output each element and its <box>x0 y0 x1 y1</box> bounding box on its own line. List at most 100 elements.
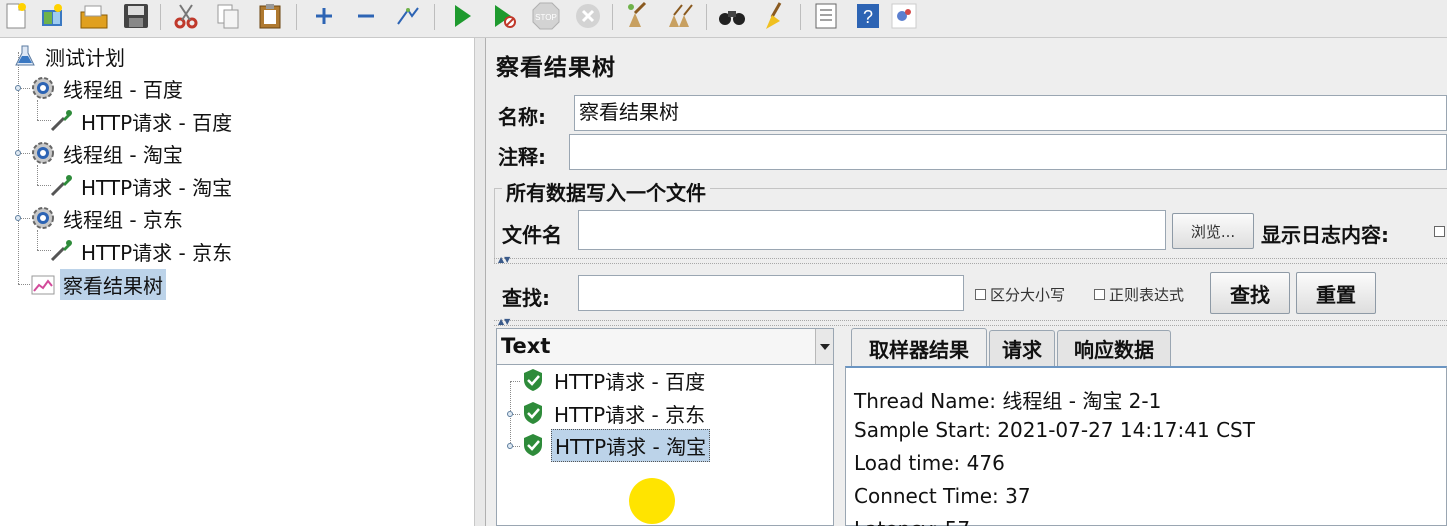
tree-node-label: HTTP请求 - 淘宝 <box>81 175 233 200</box>
result-item[interactable]: HTTP请求 - 京东 <box>521 398 708 428</box>
test-plan-tree: 测试计划 线程组 - 百度 HTTP请求 - 百度 线程组 - 淘宝 HTTP请… <box>0 38 474 526</box>
tree-expand-handle[interactable] <box>15 150 21 156</box>
file-group-title: 所有数据写入一个文件 <box>502 177 710 206</box>
result-item[interactable]: HTTP请求 - 百度 <box>521 365 708 395</box>
panel-title: 察看结果树 <box>496 55 616 81</box>
tree-node-label: 线程组 - 京东 <box>63 207 183 232</box>
detail-line: Sample Start: 2021-07-27 14:17:41 CST <box>854 418 1255 442</box>
copy-icon[interactable] <box>212 0 244 32</box>
name-label: 名称: <box>498 105 546 129</box>
filename-field[interactable] <box>578 210 1166 250</box>
regex-checkbox[interactable]: 正则表达式 <box>1094 284 1184 305</box>
result-item-label: HTTP请求 - 京东 <box>554 402 706 427</box>
graph-icon <box>30 271 56 297</box>
paste-icon[interactable] <box>254 0 286 32</box>
tree-expand-handle[interactable] <box>15 215 21 221</box>
templates-icon[interactable] <box>36 0 68 32</box>
tree-node-thread-group[interactable]: 线程组 - 百度 <box>30 73 186 103</box>
tree-expand-handle[interactable] <box>507 443 513 449</box>
result-item-label: HTTP请求 - 百度 <box>554 369 706 394</box>
search-label: 查找: <box>502 286 550 310</box>
detail-line: Load time: 476 <box>854 451 1005 475</box>
tree-node-label: 线程组 - 百度 <box>63 77 183 102</box>
case-sensitive-checkbox[interactable]: 区分大小写 <box>975 284 1065 305</box>
function-helper-icon[interactable] <box>810 0 842 32</box>
help-icon[interactable]: ? <box>852 0 884 32</box>
horizontal-splitter[interactable] <box>494 258 1447 264</box>
tree-node-view-results-tree[interactable]: 察看结果树 <box>30 268 166 300</box>
remote-icon[interactable] <box>888 0 920 32</box>
checkbox-box[interactable] <box>975 289 986 300</box>
clear-all-icon[interactable] <box>664 0 696 32</box>
result-detail-area: 取样器结果 请求 响应数据 Thread Name: 线程组 - 淘宝 2-1 … <box>839 328 1447 526</box>
tree-node-label: HTTP请求 - 百度 <box>81 110 233 135</box>
chevron-down-icon[interactable] <box>815 329 833 364</box>
tree-node-test-plan[interactable]: 测试计划 <box>12 41 128 71</box>
pipette-icon <box>48 173 74 199</box>
start-icon[interactable] <box>446 0 478 32</box>
horizontal-splitter[interactable] <box>494 320 1447 326</box>
tree-node-thread-group[interactable]: 线程组 - 京东 <box>30 203 186 233</box>
browse-button[interactable]: 浏览... <box>1172 213 1254 249</box>
stop-icon[interactable]: STOP <box>530 0 562 32</box>
tree-connector <box>37 165 38 185</box>
sampler-result-text: Thread Name: 线程组 - 淘宝 2-1 Sample Start: … <box>845 366 1447 526</box>
clear-icon[interactable] <box>622 0 654 32</box>
pipette-icon <box>48 238 74 264</box>
open-icon[interactable] <box>78 0 110 32</box>
toggle-icon[interactable] <box>392 0 424 32</box>
comment-label: 注释: <box>498 145 546 169</box>
tab-request[interactable]: 请求 <box>989 330 1055 366</box>
filename-label: 文件名 <box>502 223 562 247</box>
case-sensitive-label: 区分大小写 <box>990 286 1066 304</box>
reset-search-icon[interactable] <box>758 0 790 32</box>
tab-response-data[interactable]: 响应数据 <box>1057 330 1171 366</box>
cursor-highlight <box>629 478 675 524</box>
detail-line: Thread Name: 线程组 - 淘宝 2-1 <box>854 389 1162 413</box>
success-shield-icon <box>521 368 545 392</box>
gear-icon <box>30 75 56 101</box>
search-field[interactable] <box>578 275 964 311</box>
tree-node-label: 测试计划 <box>45 45 125 70</box>
split-pane-divider[interactable] <box>474 38 486 526</box>
view-results-tree-panel: 察看结果树 名称: 察看结果树 注释: 所有数据写入一个文件 文件名 浏览...… <box>486 38 1447 526</box>
tree-node-http-request[interactable]: HTTP请求 - 百度 <box>48 106 235 136</box>
gear-icon <box>30 140 56 166</box>
tree-connector <box>37 100 38 120</box>
regex-label: 正则表达式 <box>1109 286 1185 304</box>
tree-node-http-request[interactable]: HTTP请求 - 淘宝 <box>48 171 235 201</box>
save-icon[interactable] <box>120 0 152 32</box>
checkbox-box[interactable] <box>1094 289 1105 300</box>
splitter-arrows-icon[interactable]: ▲▼ <box>498 256 510 264</box>
tree-node-label-selected: 察看结果树 <box>60 268 166 300</box>
result-item-selected[interactable]: HTTP请求 - 淘宝 <box>521 428 711 462</box>
toolbar: STOP ? <box>0 0 1447 38</box>
search-icon[interactable] <box>716 0 748 32</box>
collapse-icon[interactable] <box>350 0 382 32</box>
toolbar-separator <box>800 4 801 30</box>
tree-expand-handle[interactable] <box>507 411 513 417</box>
tree-connector <box>510 381 520 382</box>
find-button[interactable]: 查找 <box>1210 272 1290 314</box>
tree-expand-handle[interactable] <box>15 85 21 91</box>
tree-node-label: HTTP请求 - 京东 <box>81 240 233 265</box>
new-icon[interactable] <box>0 0 32 32</box>
cut-icon[interactable] <box>170 0 202 32</box>
start-no-pause-icon[interactable] <box>488 0 520 32</box>
result-item-label: HTTP请求 - 淘宝 <box>551 428 711 462</box>
renderer-selector[interactable]: Text <box>497 329 833 365</box>
log-content-checkbox[interactable] <box>1434 226 1447 237</box>
splitter-arrows-icon[interactable]: ▲▼ <box>498 318 510 326</box>
name-field[interactable]: 察看结果树 <box>574 95 1447 131</box>
tree-connector <box>37 230 38 250</box>
tree-node-http-request[interactable]: HTTP请求 - 京东 <box>48 236 235 266</box>
toolbar-separator <box>296 4 297 30</box>
comment-field[interactable] <box>569 134 1447 170</box>
reset-button[interactable]: 重置 <box>1296 272 1376 314</box>
checkbox-box[interactable] <box>1434 226 1445 237</box>
tab-sampler-result[interactable]: 取样器结果 <box>851 328 987 367</box>
shutdown-icon[interactable] <box>572 0 604 32</box>
flask-icon <box>12 43 38 69</box>
tree-node-thread-group[interactable]: 线程组 - 淘宝 <box>30 138 186 168</box>
expand-icon[interactable] <box>308 0 340 32</box>
